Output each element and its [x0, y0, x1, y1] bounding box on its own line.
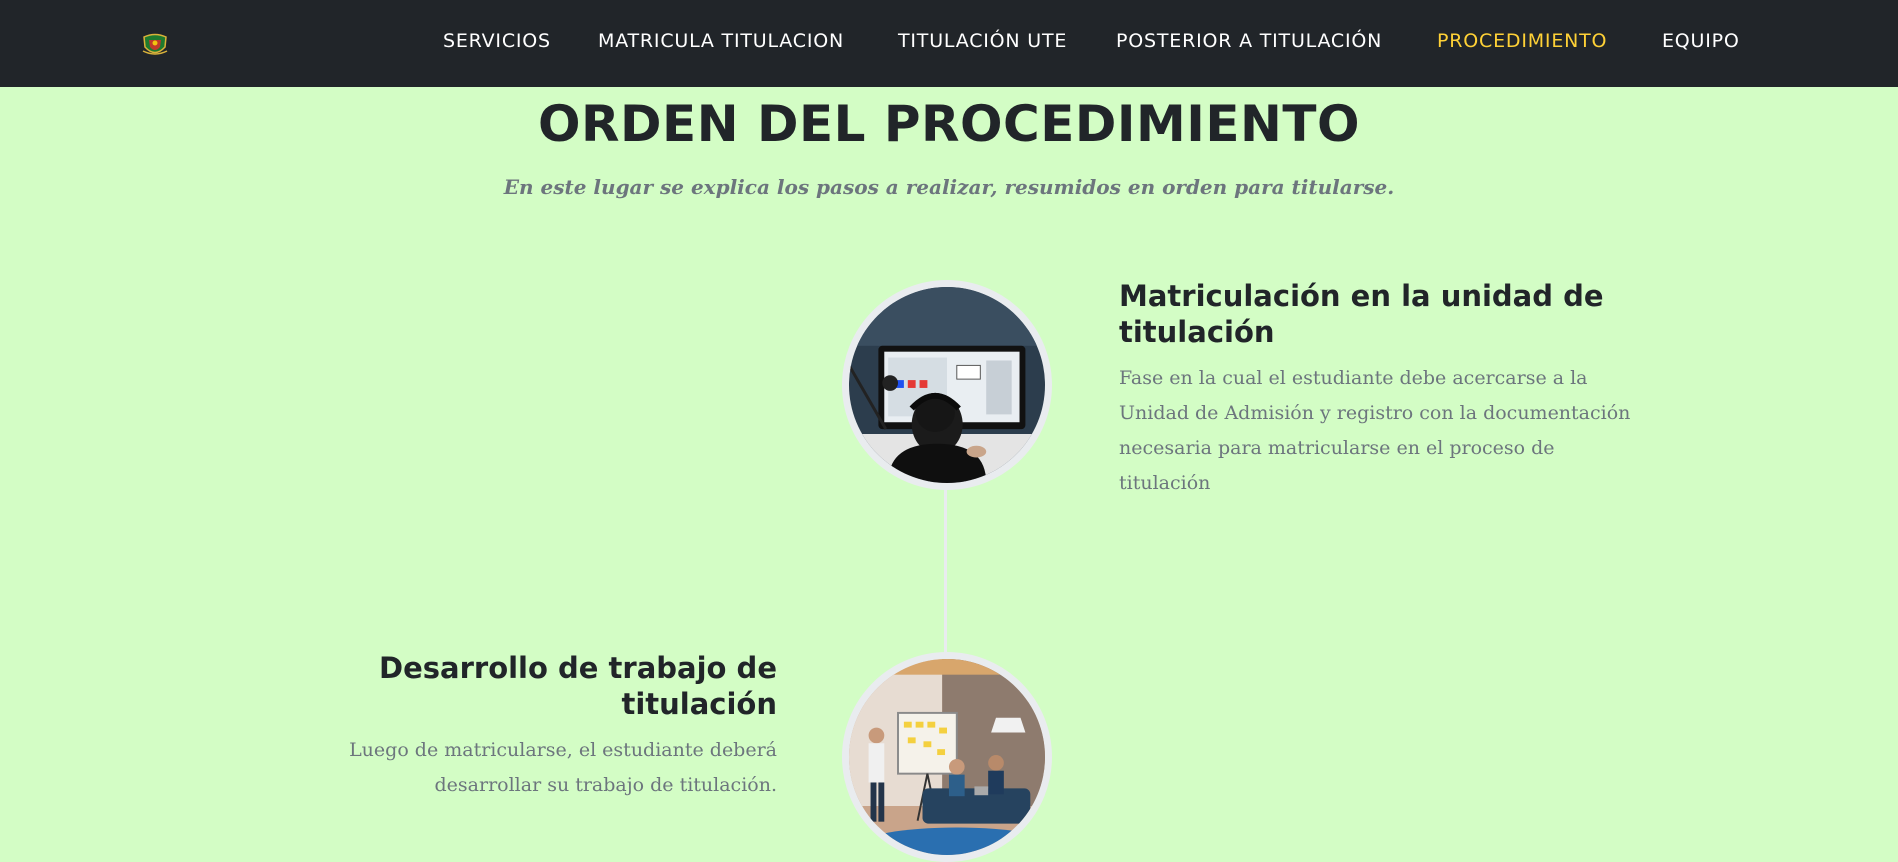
nav-link-titulacion-ute[interactable]: TITULACIÓN UTE — [898, 29, 1067, 53]
nav-link-equipo[interactable]: EQUIPO — [1662, 29, 1740, 53]
timeline-step-2-body: Luego de matricularse, el estudiante deb… — [349, 739, 777, 796]
nav-link-posterior-titulacion[interactable]: POSTERIOR A TITULACIÓN — [1116, 29, 1382, 53]
nav-link-procedimiento[interactable]: PROCEDIMIENTO — [1437, 29, 1607, 53]
section-subheading: En este lugar se explica los pasos a rea… — [503, 175, 1395, 199]
nav-link-servicios[interactable]: SERVICIOS — [443, 29, 551, 53]
university-crest-icon[interactable] — [141, 31, 169, 59]
section-heading: ORDEN DEL PROCEDIMIENTO — [538, 95, 1360, 153]
navbar: SERVICIOS MATRICULA TITULACION TITULACIÓ… — [0, 0, 1898, 87]
timeline-image-step-2 — [842, 652, 1052, 862]
nav-link-matricula-titulacion[interactable]: MATRICULA TITULACION — [598, 29, 844, 53]
timeline-step-1-body: Fase en la cual el estudiante debe acerc… — [1119, 367, 1631, 494]
timeline-step-2-title: Desarrollo de trabajo de titulación — [379, 651, 777, 721]
timeline-image-step-1 — [842, 280, 1052, 490]
timeline-step-1-title: Matriculación en la unidad de titulación — [1119, 279, 1604, 349]
